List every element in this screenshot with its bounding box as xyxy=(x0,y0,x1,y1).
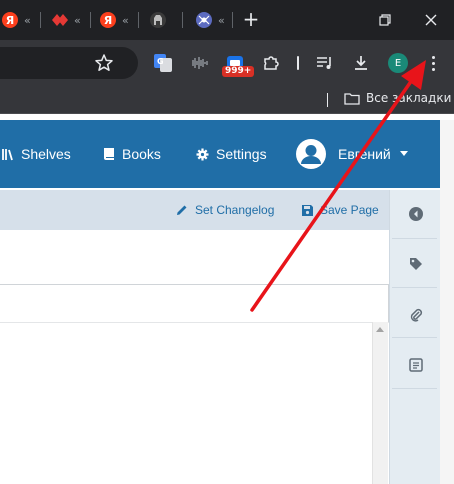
toolbox-divider xyxy=(392,388,437,389)
toolbox-divider xyxy=(392,337,437,338)
tag-icon xyxy=(410,258,422,270)
pencil-icon xyxy=(177,205,187,215)
toolbox-tags-button[interactable] xyxy=(406,254,426,274)
shelves-icon xyxy=(2,148,13,160)
toolbar-divider xyxy=(297,56,299,70)
browser-tab[interactable] xyxy=(150,8,166,32)
nav-books-label: Books xyxy=(122,146,161,162)
tab-divider xyxy=(232,12,233,28)
set-changelog-button[interactable]: Set Changelog xyxy=(176,203,274,217)
close-window-button[interactable] xyxy=(416,6,446,34)
tab-divider xyxy=(138,12,139,28)
nav-settings[interactable]: Settings xyxy=(196,146,267,162)
set-changelog-label: Set Changelog xyxy=(195,203,275,217)
toolbox-attachments-button[interactable] xyxy=(406,305,426,325)
spider-icon xyxy=(196,12,212,28)
tab-title: « xyxy=(74,13,81,27)
chevron-left-circle-icon xyxy=(409,207,423,221)
yandex-icon: Я xyxy=(2,12,18,28)
star-icon xyxy=(95,54,113,71)
tab-title: « xyxy=(122,13,129,27)
user-icon xyxy=(301,145,321,164)
menu-dot xyxy=(431,61,435,65)
toolbox-divider xyxy=(392,287,437,288)
browser-toolbar: G xyxy=(0,40,454,86)
book-icon xyxy=(104,148,114,160)
bookmarks-folder-label: Все закладки xyxy=(366,91,452,105)
tab-title: « xyxy=(24,13,31,27)
browser-tab-strip: Я « « Я « « + xyxy=(0,0,454,40)
save-page-label: Save Page xyxy=(320,203,379,217)
restore-window-button[interactable] xyxy=(370,6,400,34)
user-name[interactable]: Евгений xyxy=(338,146,391,162)
gear-icon xyxy=(196,148,209,160)
nav-shelves-label: Shelves xyxy=(21,146,71,162)
extension-badge: 999+ xyxy=(222,66,255,77)
bookmark-star-button[interactable] xyxy=(94,53,114,73)
restore-icon xyxy=(379,14,391,26)
template-icon xyxy=(409,358,423,372)
svg-text:G: G xyxy=(157,57,164,66)
tab-divider xyxy=(182,12,183,28)
all-bookmarks-folder[interactable]: Все закладки xyxy=(344,91,451,105)
profile-avatar-button[interactable]: E xyxy=(388,53,408,73)
nav-shelves[interactable]: Shelves xyxy=(2,146,71,162)
extensions-puzzle-button[interactable] xyxy=(262,54,280,72)
save-page-button[interactable]: Save Page xyxy=(302,203,379,217)
tab-divider xyxy=(90,12,91,28)
waveform-icon xyxy=(192,57,208,69)
browser-tab[interactable]: « xyxy=(52,8,81,32)
tab-title: « xyxy=(218,13,225,27)
google-translate-extension[interactable]: G xyxy=(154,54,172,72)
toolbox-toggle-button[interactable] xyxy=(406,204,426,224)
user-dropdown-caret[interactable] xyxy=(400,151,408,156)
toolbox-templates-button[interactable] xyxy=(406,355,426,375)
playlist-icon xyxy=(317,57,331,69)
address-bar[interactable] xyxy=(0,47,138,79)
downloads-button[interactable] xyxy=(352,54,370,72)
window-edge xyxy=(440,120,454,484)
user-avatar[interactable] xyxy=(296,139,326,169)
new-tab-button[interactable]: + xyxy=(240,8,262,30)
paperclip-icon xyxy=(410,308,423,322)
tab-divider xyxy=(40,12,41,28)
media-controls-button[interactable] xyxy=(316,54,334,72)
editor-toolbar: Set Changelog Save Page xyxy=(0,190,389,230)
nav-books[interactable]: Books xyxy=(103,146,161,162)
browser-tab[interactable]: Я « xyxy=(2,8,31,32)
nav-settings-label: Settings xyxy=(216,146,267,162)
close-icon xyxy=(425,14,437,26)
menu-dot xyxy=(431,55,435,59)
download-icon xyxy=(355,56,367,70)
toolbox-divider xyxy=(392,238,437,239)
save-icon xyxy=(302,204,313,216)
github-icon xyxy=(150,12,166,28)
browser-tab[interactable]: Я « xyxy=(100,8,129,32)
folder-icon xyxy=(344,92,360,105)
translate-icon: G xyxy=(154,54,172,72)
puzzle-icon xyxy=(264,56,279,70)
bookmarks-bar: Все закладки xyxy=(0,86,454,114)
editor-scrollbar[interactable] xyxy=(372,322,388,484)
audio-extension[interactable] xyxy=(190,54,208,72)
menu-dot xyxy=(431,67,435,71)
scroll-up-arrow[interactable] xyxy=(376,327,384,332)
bookmarks-divider xyxy=(327,93,328,107)
page-editor-body[interactable] xyxy=(0,322,389,484)
red-diamond-icon xyxy=(52,12,68,28)
yandex-icon: Я xyxy=(100,12,116,28)
page-title-input[interactable] xyxy=(0,284,389,323)
browser-tab[interactable]: « xyxy=(196,8,225,32)
browser-menu-button[interactable] xyxy=(422,52,444,74)
